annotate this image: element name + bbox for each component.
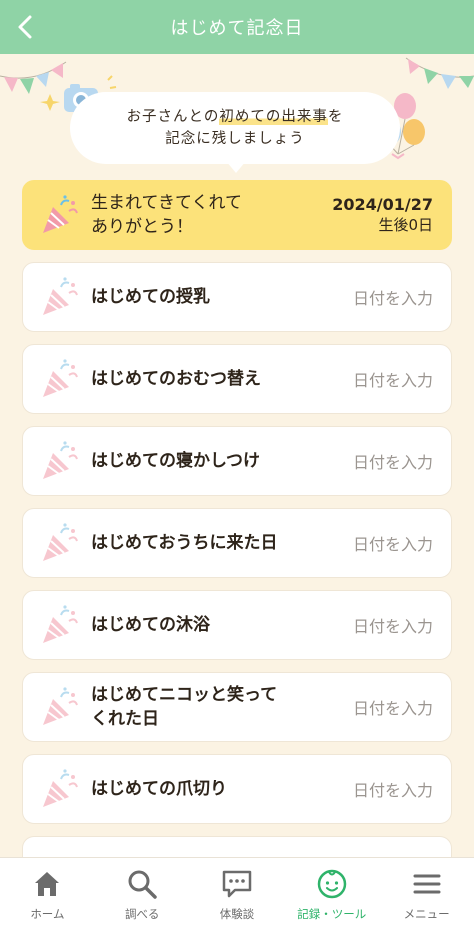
enter-date-link[interactable]: 日付を入力 <box>353 531 433 555</box>
milestone-title: はじめての寝かしつけ <box>91 449 353 473</box>
milestone-card[interactable]: はじめてのおむつ替え 日付を入力 <box>22 344 452 414</box>
search-icon <box>128 870 157 899</box>
milestone-date: 2024/01/27 <box>332 195 433 214</box>
intro-speech-bubble: お子さんとの初めての出来事を 記念に残しましょう <box>70 92 400 164</box>
party-popper-icon <box>43 523 78 561</box>
party-popper-icon <box>43 605 78 643</box>
menu-icon <box>413 874 441 894</box>
tab-menu[interactable]: メニュー <box>379 858 474 931</box>
enter-date-link[interactable]: 日付を入力 <box>353 285 433 309</box>
milestone-title: はじめての爪切り <box>91 777 353 801</box>
intro-text-post: を <box>327 109 344 125</box>
app-header: はじめて記念日 <box>0 0 474 54</box>
party-popper-icon <box>43 359 78 397</box>
milestone-title: はじめての沐浴 <box>91 613 353 637</box>
tab-search[interactable]: 調べる <box>95 858 190 931</box>
party-popper-icon <box>43 769 78 807</box>
milestone-age: 生後0日 <box>378 216 433 234</box>
page-title: はじめて記念日 <box>170 18 304 39</box>
title-line-1: はじめての爪切り <box>91 779 227 799</box>
enter-date-link[interactable]: 日付を入力 <box>353 613 433 637</box>
title-line-1: はじめての授乳 <box>91 287 210 307</box>
title-line-1: はじめてニコッと笑って <box>91 685 278 705</box>
milestone-card[interactable]: はじめての沐浴 日付を入力 <box>22 590 452 660</box>
bubble-tail <box>226 161 246 173</box>
enter-date-link[interactable]: 日付を入力 <box>353 777 433 801</box>
party-popper-icon <box>43 195 78 233</box>
tab-label: メニュー <box>403 907 450 921</box>
title-line-1: はじめておうちに来た日 <box>91 533 278 553</box>
party-popper-icon <box>43 277 78 315</box>
party-popper-icon <box>43 687 78 725</box>
milestone-card[interactable]: はじめての寝かしつけ 日付を入力 <box>22 426 452 496</box>
chat-icon <box>222 870 252 898</box>
title-line-1: はじめての寝かしつけ <box>91 451 260 471</box>
back-button[interactable] <box>8 9 44 45</box>
enter-date-link[interactable]: 日付を入力 <box>353 449 433 473</box>
intro-highlight: 初めての出来事 <box>219 109 328 125</box>
milestone-title: はじめておうちに来た日 <box>91 531 353 555</box>
enter-date-link[interactable]: 日付を入力 <box>353 367 433 391</box>
milestone-card[interactable]: はじめておうちに来た日 日付を入力 <box>22 508 452 578</box>
title-line-1: 生まれてきてくれて <box>91 193 242 213</box>
intro-line-2: 記念に残しましょう <box>165 131 305 147</box>
milestone-title: はじめてニコッと笑って くれた日 <box>91 683 353 731</box>
tab-records-tools[interactable]: 記録・ツール <box>284 858 379 931</box>
home-icon <box>35 872 60 896</box>
tab-label: 記録・ツール <box>297 907 367 921</box>
tab-home[interactable]: ホーム <box>0 858 95 931</box>
tab-experiences[interactable]: 体験談 <box>190 858 285 931</box>
title-line-1: はじめての沐浴 <box>91 615 210 635</box>
tab-label: ホーム <box>30 907 65 921</box>
milestone-title: はじめてのおむつ替え <box>91 367 353 391</box>
milestone-date-block: 2024/01/27 生後0日 <box>332 195 433 235</box>
title-line-2: くれた日 <box>91 709 159 729</box>
birth-milestone-card[interactable]: 生まれてきてくれて ありがとう！ 2024/01/27 生後0日 <box>22 180 452 250</box>
enter-date-link[interactable]: 日付を入力 <box>353 695 433 719</box>
title-line-2: ありがとう！ <box>91 217 193 237</box>
bottom-tab-bar: ホーム 調べる 体験談 記録・ツール メニュー <box>0 857 474 931</box>
baby-face-icon <box>317 869 347 899</box>
milestone-card[interactable]: はじめての授乳 日付を入力 <box>22 262 452 332</box>
tab-label: 調べる <box>124 907 160 921</box>
party-popper-icon <box>43 441 78 479</box>
intro-line-1: お子さんとの初めての出来事を <box>127 106 344 128</box>
title-line-1: はじめてのおむつ替え <box>91 369 261 389</box>
milestone-card[interactable]: はじめてニコッと笑って くれた日 日付を入力 <box>22 672 452 742</box>
tab-label: 体験談 <box>219 907 255 921</box>
milestone-title: はじめての授乳 <box>91 285 353 309</box>
milestone-title: 生まれてきてくれて ありがとう！ <box>91 191 332 239</box>
milestone-list: 生まれてきてくれて ありがとう！ 2024/01/27 生後0日 はじめての授乳… <box>22 180 452 866</box>
intro-text-pre: お子さんとの <box>126 109 220 125</box>
milestone-card[interactable]: はじめての爪切り 日付を入力 <box>22 754 452 824</box>
chevron-left-icon <box>18 15 32 39</box>
